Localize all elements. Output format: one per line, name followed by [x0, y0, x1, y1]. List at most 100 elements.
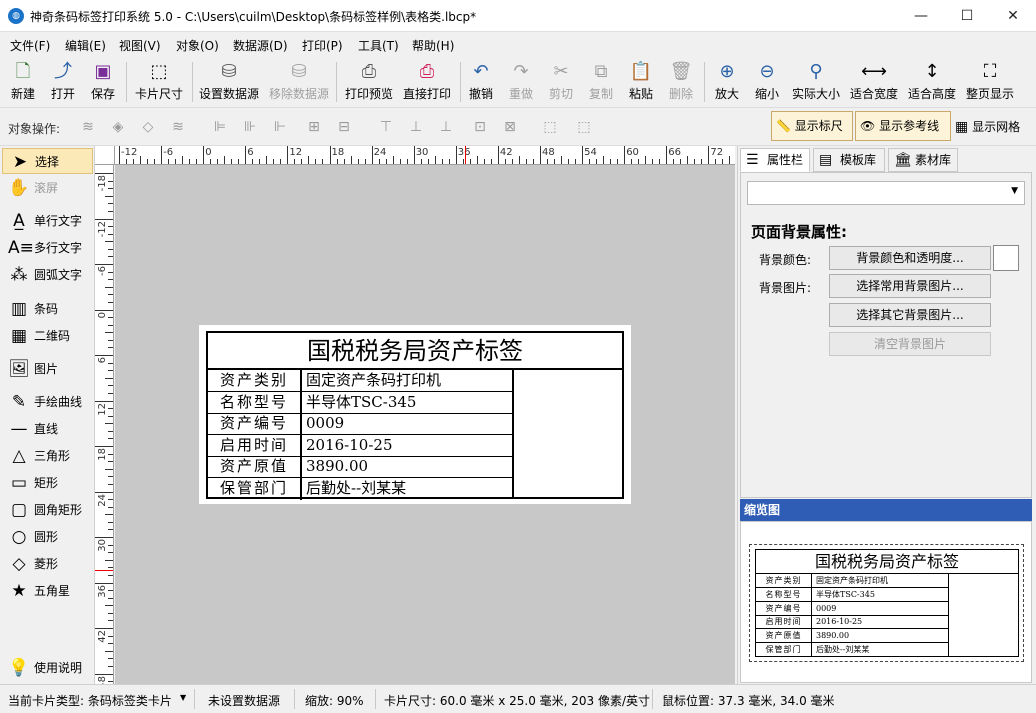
align-bottom-icon[interactable]: ⊥ — [436, 118, 456, 136]
close-button[interactable]: ✕ — [990, 0, 1036, 32]
maximize-button[interactable]: ☐ — [944, 0, 990, 32]
actual-size-button[interactable]: ⚲ 实际大小 — [790, 58, 842, 106]
object-select-dropdown[interactable]: ▼ — [747, 181, 1025, 205]
tool-single-text[interactable]: A̲ 单行文字 — [2, 208, 93, 234]
horizontal-ruler[interactable]: -12-6061218243036424854606672 — [115, 146, 735, 165]
same-size-icon[interactable]: ⬚ — [540, 118, 560, 136]
label-table[interactable]: 国税税务局资产标签 资产类别 固定资产条码打印机 名称型号 半导体TSC-345 资产编… — [206, 331, 624, 500]
chevron-down-icon[interactable]: ▼ — [180, 693, 186, 702]
align-center-icon[interactable]: ⊪ — [240, 118, 260, 136]
label-card[interactable]: 国税税务局资产标签 资产类别 固定资产条码打印机 名称型号 半导体TSC-345 资产编… — [199, 325, 631, 504]
tool-qrcode[interactable]: ▦ 二维码 — [2, 323, 93, 349]
layer-bring-front-icon[interactable]: ≋ — [78, 118, 98, 136]
zoom-in-button[interactable]: ⊕ 放大 — [712, 58, 742, 106]
layer-send-back-icon[interactable]: ≋ — [168, 118, 188, 136]
tool-barcode[interactable]: ▥ 条码 — [2, 296, 93, 322]
menu-view[interactable]: 视图(V) — [119, 37, 161, 54]
set-datasource-button[interactable]: ⛁ 设置数据源 — [196, 58, 262, 106]
label-row[interactable]: 资产编号 0009 — [208, 413, 514, 435]
align-left-icon[interactable]: ⊫ — [210, 118, 230, 136]
tool-multi-text[interactable]: A≡ 多行文字 — [2, 235, 93, 261]
distribute-space-icon[interactable]: ⊟ — [334, 118, 354, 136]
tool-pan[interactable]: ✋ 滚屏 — [2, 175, 93, 201]
tool-star[interactable]: ★ 五角星 — [2, 578, 93, 604]
label-row[interactable]: 名称型号 半导体TSC-345 — [208, 391, 514, 414]
distribute-vspace-icon[interactable]: ⊠ — [500, 118, 520, 136]
tool-rounded-rect[interactable]: ▢ 圆角矩形 — [2, 497, 93, 523]
tool-help[interactable]: 💡 使用说明 — [2, 655, 93, 681]
delete-button[interactable]: 🗑 删除 — [666, 58, 696, 106]
label-row[interactable]: 保管部门 后勤处--刘某某 — [208, 477, 514, 500]
undo-button[interactable]: ↶ 撤销 — [466, 58, 496, 106]
save-button[interactable]: ▣ 保存 — [86, 58, 120, 106]
label-row-key[interactable]: 名称型号 — [208, 391, 302, 414]
minimize-button[interactable]: — — [898, 0, 944, 32]
label-row-value[interactable]: 0009 — [306, 413, 514, 435]
status-card-type[interactable]: 当前卡片类型: 条码标签类卡片 — [8, 692, 172, 709]
cut-button[interactable]: ✂ 剪切 — [546, 58, 576, 106]
label-row-value[interactable]: 固定资产条码打印机 — [306, 370, 514, 392]
label-row-value[interactable]: 后勤处--刘某某 — [306, 478, 514, 500]
tool-arc-text[interactable]: ⁂ 圆弧文字 — [2, 262, 93, 288]
label-row-key[interactable]: 保管部门 — [208, 477, 302, 500]
tool-line[interactable]: — 直线 — [2, 416, 93, 442]
align-right-icon[interactable]: ⊩ — [270, 118, 290, 136]
show-guides-toggle[interactable]: 👁 显示参考线 — [855, 111, 951, 141]
label-row[interactable]: 启用时间 2016-10-25 — [208, 434, 514, 457]
bg-color-swatch[interactable] — [993, 245, 1019, 271]
menu-tools[interactable]: 工具(T) — [358, 37, 399, 54]
label-row-key[interactable]: 启用时间 — [208, 434, 302, 457]
menu-edit[interactable]: 编辑(E) — [65, 37, 106, 54]
tool-diamond[interactable]: ◇ 菱形 — [2, 551, 93, 577]
menu-datasource[interactable]: 数据源(D) — [233, 37, 288, 54]
label-row-key[interactable]: 资产编号 — [208, 413, 302, 435]
menu-object[interactable]: 对象(O) — [176, 37, 219, 54]
menu-print[interactable]: 打印(P) — [302, 37, 343, 54]
label-title[interactable]: 国税税务局资产标签 — [208, 333, 622, 370]
distribute-h-icon[interactable]: ⊞ — [304, 118, 324, 136]
card-size-button[interactable]: ⬚ 卡片尺寸 — [131, 58, 187, 106]
tool-circle[interactable]: ○ 圆形 — [2, 524, 93, 550]
group-icon[interactable]: ⬚ — [574, 118, 594, 136]
tool-triangle[interactable]: △ 三角形 — [2, 443, 93, 469]
fit-height-button[interactable]: ↕ 适合高度 — [906, 58, 958, 106]
choose-common-bg-button[interactable]: 选择常用背景图片... — [829, 274, 991, 298]
layer-forward-icon[interactable]: ◈ — [108, 118, 128, 136]
tab-properties[interactable]: ☰ 属性栏 — [740, 148, 810, 172]
tool-freehand[interactable]: ✎ 手绘曲线 — [2, 389, 93, 415]
label-row[interactable]: 资产原值 3890.00 — [208, 456, 514, 478]
clear-bg-button[interactable]: 清空背景图片 — [829, 332, 991, 356]
paste-button[interactable]: 📋 粘贴 — [626, 58, 656, 106]
tab-templates[interactable]: ▤ 模板库 — [813, 148, 885, 172]
new-button[interactable]: 🗋 新建 — [6, 58, 40, 106]
show-ruler-toggle[interactable]: 📏 显示标尺 — [771, 111, 853, 141]
align-middle-icon[interactable]: ⊥ — [406, 118, 426, 136]
remove-datasource-button[interactable]: ⛁ 移除数据源 — [266, 58, 332, 106]
tool-rectangle[interactable]: ▭ 矩形 — [2, 470, 93, 496]
redo-button[interactable]: ↷ 重做 — [506, 58, 536, 106]
fit-page-button[interactable]: ⛶ 整页显示 — [964, 58, 1016, 106]
distribute-v-icon[interactable]: ⊡ — [470, 118, 490, 136]
tool-select[interactable]: ➤ 选择 — [2, 148, 93, 174]
fit-width-button[interactable]: ⟷ 适合宽度 — [848, 58, 900, 106]
label-row-key[interactable]: 资产类别 — [208, 370, 302, 392]
bg-color-button[interactable]: 背景颜色和透明度... — [829, 246, 991, 270]
show-grid-toggle[interactable]: ▦ 显示网格 — [955, 118, 1020, 135]
choose-other-bg-button[interactable]: 选择其它背景图片... — [829, 303, 991, 327]
menu-file[interactable]: 文件(F) — [10, 37, 50, 54]
menu-help[interactable]: 帮助(H) — [412, 37, 454, 54]
vertical-ruler[interactable]: -18 -12 -6 0 6 12 18 24 30 36 42 48 — [95, 165, 114, 684]
label-row-value[interactable]: 2016-10-25 — [306, 435, 514, 457]
design-canvas[interactable]: 国税税务局资产标签 资产类别 固定资产条码打印机 名称型号 半导体TSC-345 资产编… — [115, 165, 735, 684]
print-preview-button[interactable]: ⎙ 打印预览 — [342, 58, 396, 106]
tab-library[interactable]: 🏛 素材库 — [888, 148, 958, 172]
label-row-key[interactable]: 资产原值 — [208, 456, 302, 478]
copy-button[interactable]: ⧉ 复制 — [586, 58, 616, 106]
label-row[interactable]: 资产类别 固定资产条码打印机 — [208, 370, 514, 392]
direct-print-button[interactable]: ⎙ 直接打印 — [400, 58, 454, 106]
zoom-out-button[interactable]: ⊖ 缩小 — [752, 58, 782, 106]
align-top-icon[interactable]: ⊤ — [376, 118, 396, 136]
open-button[interactable]: ⤴ 打开 — [46, 58, 80, 106]
tool-image[interactable]: 🖼 图片 — [2, 356, 93, 382]
label-row-value[interactable]: 半导体TSC-345 — [306, 392, 514, 414]
